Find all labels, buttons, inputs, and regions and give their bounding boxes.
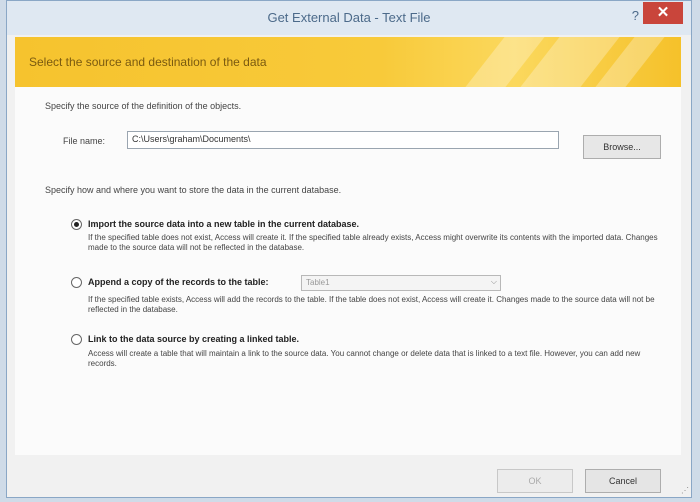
browse-button[interactable]: Browse... — [583, 135, 661, 159]
link-option-radio[interactable] — [71, 334, 82, 345]
banner-heading: Select the source and destination of the… — [29, 55, 267, 69]
chevron-down-icon: ⌵ — [490, 277, 497, 286]
cancel-button[interactable]: Cancel — [585, 469, 661, 493]
destination-instruction: Specify how and where you want to store … — [45, 185, 342, 195]
file-name-label: File name: — [63, 136, 106, 146]
dialog-body: Specify the source of the definition of … — [15, 87, 681, 455]
dialog-footer: OK Cancel ⋰ — [7, 455, 691, 497]
append-option-label[interactable]: Append a copy of the records to the tabl… — [88, 277, 269, 287]
file-name-input[interactable]: C:\Users\graham\Documents\ — [127, 131, 559, 149]
ok-button[interactable]: OK — [497, 469, 573, 493]
header-banner: Select the source and destination of the… — [15, 37, 681, 87]
source-instruction: Specify the source of the definition of … — [45, 101, 242, 111]
window-title: Get External Data - Text File — [267, 10, 431, 25]
link-option-description: Access will create a table that will mai… — [88, 349, 641, 368]
import-option-radio[interactable] — [71, 219, 82, 230]
close-button[interactable]: ✕ — [643, 2, 683, 24]
import-option-description: If the specified table does not exist, A… — [88, 233, 658, 252]
append-table-value: Table1 — [306, 278, 330, 287]
import-dialog: Get External Data - Text File ? ✕ Select… — [6, 0, 692, 498]
append-option-radio[interactable] — [71, 277, 82, 288]
help-button[interactable]: ? — [632, 8, 639, 23]
link-option-label[interactable]: Link to the data source by creating a li… — [88, 334, 299, 344]
append-option-description: If the specified table exists, Access wi… — [88, 295, 655, 314]
import-option-label[interactable]: Import the source data into a new table … — [88, 219, 359, 229]
title-bar: Get External Data - Text File ? ✕ — [7, 1, 691, 35]
resize-grip-icon[interactable]: ⋰ — [681, 486, 689, 495]
append-table-select[interactable]: Table1 ⌵ — [301, 275, 501, 291]
